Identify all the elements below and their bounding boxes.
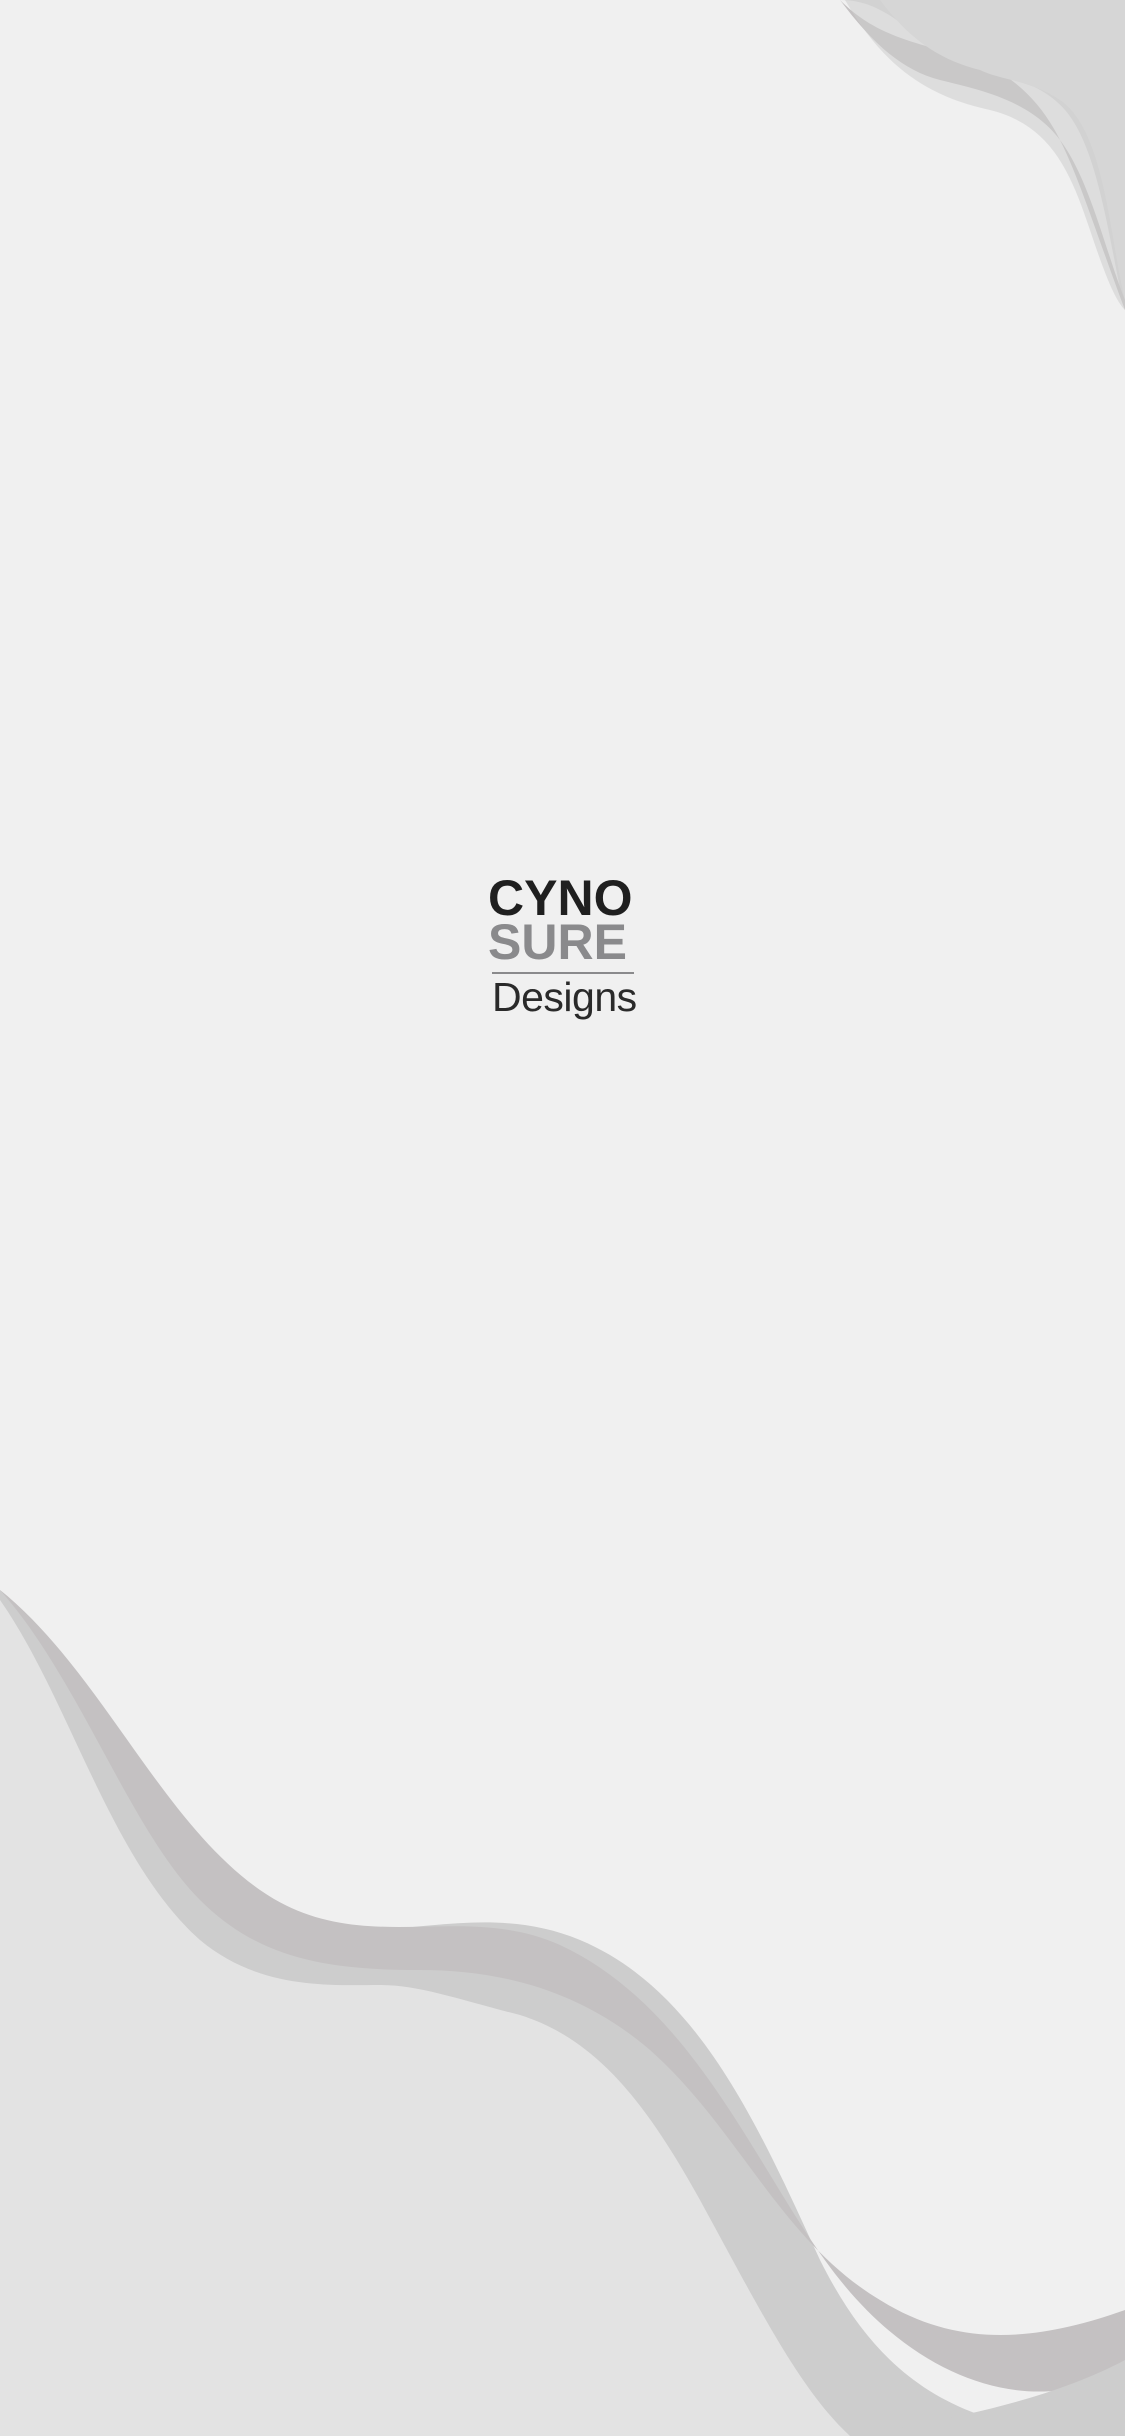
bottom-wave-light [0,1600,850,2436]
splash-screen: CYNO SURE Designs [0,0,1125,2436]
background-waves [0,0,1125,2436]
brand-logo: CYNO SURE Designs [488,873,638,1020]
logo-text-designs: Designs [492,974,637,1020]
logo-text-sure: SURE [488,914,627,970]
